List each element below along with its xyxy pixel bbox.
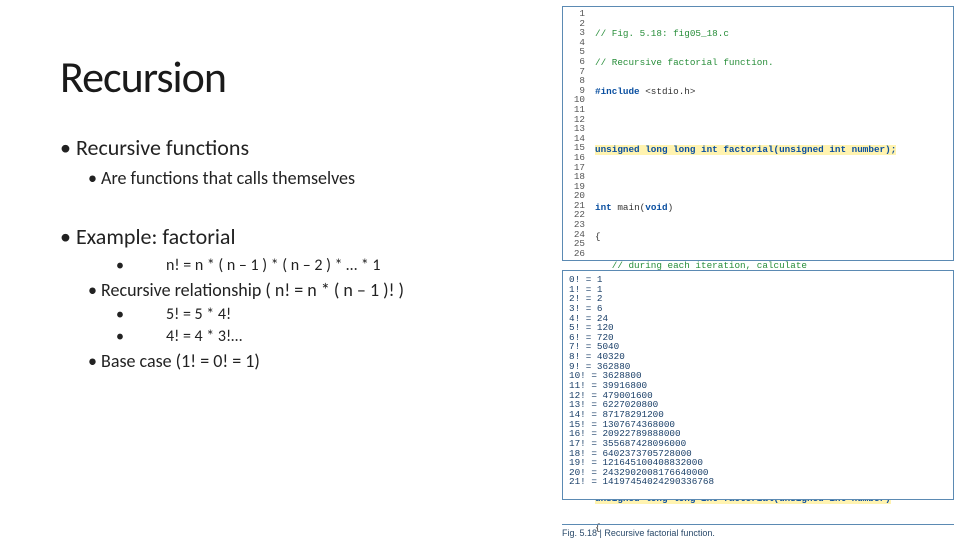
output-line: 2! = 2: [569, 294, 947, 304]
output-line: 6! = 720: [569, 333, 947, 343]
output-line: 1! = 1: [569, 285, 947, 295]
bullet-level3: n! = n * ( n – 1 ) * ( n – 2 ) * … * 1: [116, 256, 530, 275]
output-line: 4! = 24: [569, 314, 947, 324]
bullet-level2: Are functions that calls themselves: [88, 167, 530, 189]
slide-text-column: Recursion Recursive functions Are functi…: [60, 50, 530, 376]
output-panel: 0! = 11! = 12! = 23! = 64! = 245! = 1206…: [562, 270, 954, 500]
output-line: 3! = 6: [569, 304, 947, 314]
output-line: 7! = 5040: [569, 342, 947, 352]
code-listing: 1234567891011121314151617181920212223242…: [562, 6, 954, 261]
bullet-level2: Recursive relationship ( n! = n * ( n – …: [88, 279, 530, 301]
code-listing-panel: 1234567891011121314151617181920212223242…: [562, 6, 954, 261]
code-line-numbers: 1234567891011121314151617181920212223242…: [563, 9, 591, 258]
slide-title: Recursion: [60, 50, 530, 104]
bullet-level2: Base case (1! = 0! = 1): [88, 350, 530, 372]
bullet-level1: Example: factorial: [60, 223, 530, 250]
figure-caption: Fig. 5.18 | Recursive factorial function…: [562, 524, 954, 538]
bullet-level3: 4! = 4 * 3!…: [116, 327, 530, 346]
output-line: 21! = 14197454024290336768: [569, 477, 947, 487]
bullet-level3: 5! = 5 * 4!: [116, 305, 530, 324]
output-line: 5! = 120: [569, 323, 947, 333]
bullet-level1: Recursive functions: [60, 134, 530, 161]
output-line: 0! = 1: [569, 275, 947, 285]
